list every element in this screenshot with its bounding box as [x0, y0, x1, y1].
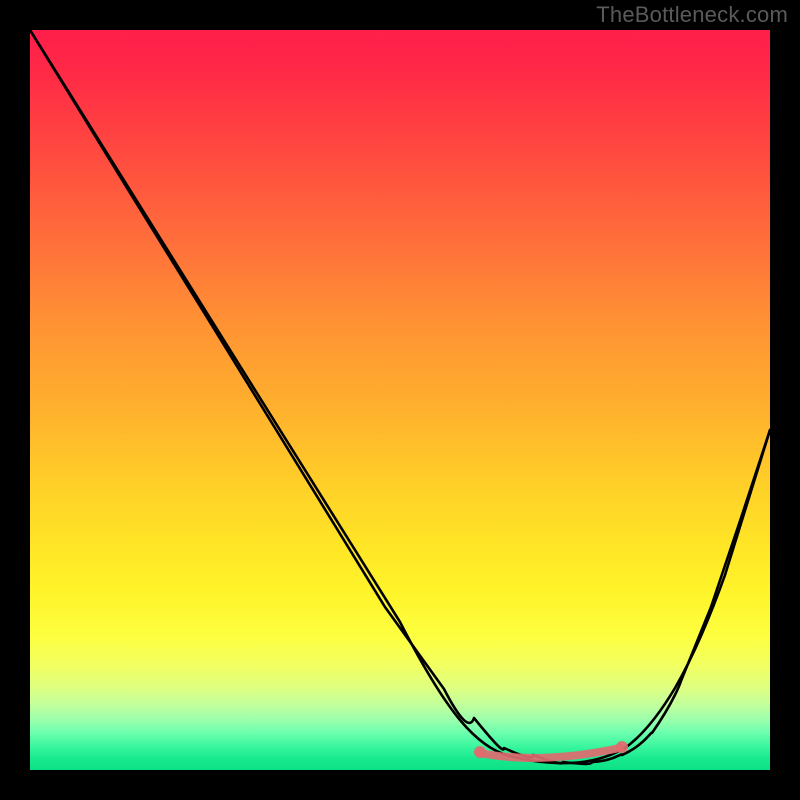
curve-path-render: [30, 30, 770, 763]
curve-path: [30, 30, 770, 764]
chart-frame: TheBottleneck.com: [0, 0, 800, 800]
plot-area: [30, 30, 770, 770]
optimal-range-end-dot: [616, 741, 628, 753]
optimal-range-start-dot: [474, 746, 486, 758]
bottleneck-curve: [30, 30, 770, 770]
watermark-text: TheBottleneck.com: [596, 2, 788, 28]
